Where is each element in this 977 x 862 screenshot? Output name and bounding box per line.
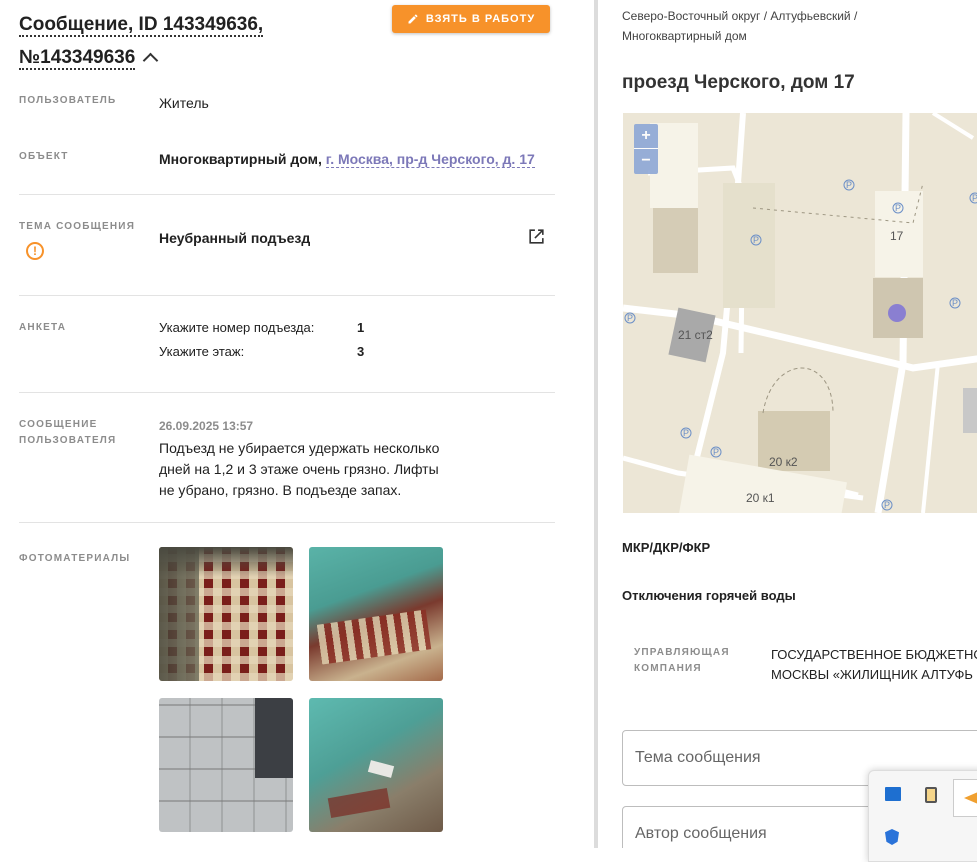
topic-label: ТЕМА СООБЩЕНИЯ [19, 221, 136, 232]
map-canvas[interactable]: 17 21 ст2 20 к2 20 к1 P P P P P P P P P [623, 113, 977, 513]
photo-thumbnail[interactable] [159, 547, 293, 681]
message-label-line: СООБЩЕНИЕ [19, 419, 98, 430]
parking-icon: P [972, 193, 977, 203]
zoom-out-button[interactable]: − [634, 149, 658, 173]
message-label: СООБЩЕНИЕ ПОЛЬЗОВАТЕЛЯ [19, 417, 116, 449]
author-field-label: Автор сообщения [635, 825, 767, 842]
app-tray-icon[interactable] [953, 779, 977, 817]
parking-icon: P [952, 298, 958, 308]
pencil-icon [408, 14, 418, 24]
map-view[interactable]: 17 21 ст2 20 к2 20 к1 P P P P P P P P P … [623, 113, 977, 513]
object-label: ОБЪЕКТ [19, 151, 69, 162]
parking-icon: P [846, 180, 852, 190]
survey-label: АНКЕТА [19, 322, 67, 333]
warning-icon: ! [26, 242, 44, 260]
object-address-heading: проезд Черского, дом 17 [622, 72, 855, 93]
photo-thumbnail[interactable] [309, 547, 443, 681]
take-to-work-button[interactable]: ВЗЯТЬ В РАБОТУ [392, 5, 550, 33]
user-label: ПОЛЬЗОВАТЕЛЬ [19, 95, 117, 106]
system-tray-popup [868, 770, 977, 862]
divider [19, 522, 555, 523]
user-value: Житель [159, 95, 209, 111]
parking-icon: P [895, 203, 901, 213]
take-to-work-label: ВЗЯТЬ В РАБОТУ [425, 13, 536, 25]
map-label-building-20k1: 20 к1 [746, 491, 775, 505]
survey-q1: Укажите номер подъезда: [159, 320, 315, 335]
message-label-line: ПОЛЬЗОВАТЕЛЯ [19, 435, 117, 446]
monitor-icon[interactable] [885, 787, 901, 801]
breadcrumb: Северо-Восточный округ / Алтуфьевский / … [622, 6, 962, 46]
open-external-icon[interactable] [527, 227, 546, 246]
divider [19, 392, 555, 393]
security-shield-icon[interactable] [885, 829, 899, 845]
parking-icon: P [683, 428, 689, 438]
breadcrumb-line[interactable]: Северо-Восточный округ / Алтуфьевский / [622, 6, 962, 26]
zoom-in-button[interactable]: + [634, 124, 658, 149]
survey-q2: Укажите этаж: [159, 344, 245, 359]
object-type: Многоквартирный дом, [159, 151, 322, 167]
management-company-label-line: УПРАВЛЯЮЩАЯ [634, 647, 730, 658]
object-info-panel: Северо-Восточный округ / Алтуфьевский / … [598, 0, 977, 848]
object-address-link[interactable]: г. Москва, пр-д Черского, д. 17 [325, 151, 535, 168]
parking-icon: P [753, 235, 759, 245]
survey-a1: 1 [357, 320, 365, 335]
program-heading: МКР/ДКР/ФКР [622, 540, 711, 555]
management-company-value: ГОСУДАРСТВЕННОЕ БЮДЖЕТНО МОСКВЫ «ЖИЛИЩНИ… [771, 645, 977, 685]
message-title[interactable]: Сообщение, ID 143349636, №143349636 [19, 14, 264, 70]
photo-thumbnail[interactable] [309, 698, 443, 832]
message-line: дней на 1,2 и 3 этаже очень грязно. Лифт… [159, 461, 439, 477]
survey-a2: 3 [357, 344, 365, 359]
management-company-line: ГОСУДАРСТВЕННОЕ БЮДЖЕТНО [771, 647, 977, 662]
management-company-label-line: КОМПАНИЯ [634, 663, 702, 674]
divider [19, 295, 555, 296]
topic-field-label: Тема сообщения [635, 749, 761, 766]
management-company-label: УПРАВЛЯЮЩАЯ КОМПАНИЯ [634, 645, 730, 677]
photo-thumbnail[interactable] [159, 698, 293, 832]
object-value: Многоквартирный дом, г. Москва, пр-д Чер… [159, 151, 535, 168]
message-line: не убрано, грязно. В подъезде запах. [159, 482, 402, 498]
message-details-panel: Сообщение, ID 143349636, №143349636 ВЗЯТ… [0, 0, 595, 848]
map-zoom-controls: + − [634, 124, 658, 174]
parking-icon: P [713, 447, 719, 457]
topic-value: Неубранный подъезд [159, 230, 311, 246]
message-line: Подъезд не убирается удержать несколько [159, 440, 440, 456]
parking-icon: P [884, 500, 890, 510]
map-label-building-21: 21 ст2 [678, 328, 713, 342]
breadcrumb-line[interactable]: Многоквартирный дом [622, 26, 962, 46]
clipboard-icon[interactable] [925, 787, 937, 803]
hot-water-heading: Отключения горячей воды [622, 588, 796, 603]
message-text: Подъезд не убирается удержать несколько … [159, 438, 439, 501]
map-label-building-20k2: 20 к2 [769, 455, 798, 469]
parking-icon: P [627, 313, 633, 323]
message-date: 26.09.2025 13:57 [159, 419, 254, 433]
chevron-up-icon[interactable] [143, 52, 159, 69]
divider [19, 194, 555, 195]
management-company-line: МОСКВЫ «ЖИЛИЩНИК АЛТУФЬ [771, 667, 973, 682]
photos-label: ФОТОМАТЕРИАЛЫ [19, 553, 131, 564]
page-title[interactable]: Сообщение, ID 143349636, №143349636 [19, 8, 319, 74]
map-label-building-17: 17 [890, 229, 904, 243]
